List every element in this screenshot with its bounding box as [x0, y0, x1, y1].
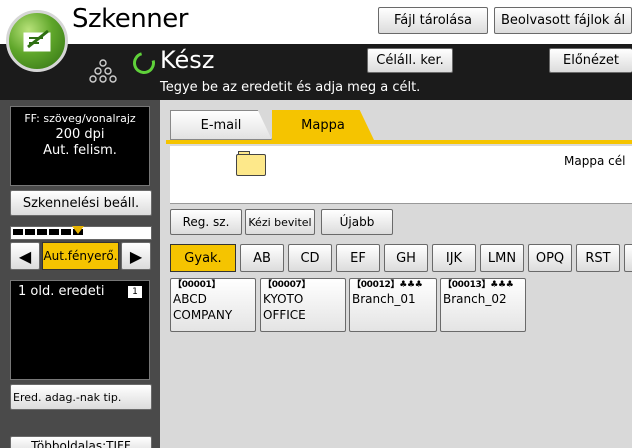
folder-icon	[236, 154, 266, 176]
destination-item[interactable]: 【00012】♣♣♣ Branch_01	[349, 278, 437, 332]
destination-name: Branch_01	[352, 292, 416, 306]
tab-email[interactable]: E-mail	[170, 110, 272, 140]
settings-line-resolution: 200 dpi	[55, 127, 105, 142]
manual-entry-button[interactable]: Kézi bevitel	[245, 209, 315, 235]
scanner-app-icon	[6, 10, 68, 72]
tab-opq[interactable]: OPQ	[528, 244, 572, 272]
density-lighter-button[interactable]: ◀	[10, 242, 40, 270]
registration-number-button[interactable]: Reg. sz.	[170, 209, 242, 235]
destination-name: ABCD COMPANY	[173, 292, 233, 322]
single-sided-icon: 1	[128, 286, 142, 298]
tab-folder[interactable]: Mappa	[272, 110, 374, 140]
auto-density-button[interactable]: Aut.fényerő.	[42, 242, 119, 270]
tab-lmn[interactable]: LMN	[480, 244, 524, 272]
destination-item[interactable]: 【00007】 KYOTO OFFICE	[260, 278, 346, 332]
tab-underline	[166, 140, 632, 144]
density-marker-icon	[72, 226, 84, 234]
folder-destination-text: Mappa cél	[564, 154, 626, 168]
original-feed-type-button[interactable]: Ered. adag.-nak tip.	[10, 384, 152, 410]
scan-settings-button[interactable]: Szkennelési beáll.	[10, 190, 152, 216]
destination-name: KYOTO OFFICE	[263, 292, 306, 322]
destination-item[interactable]: 【00013】♣♣♣ Branch_02	[440, 278, 526, 332]
scanned-files-button[interactable]: Beolvasott fájlok ál	[494, 7, 632, 34]
scan-settings-summary: FF: szöveg/vonalrajz 200 dpi Aut. felism…	[10, 106, 150, 186]
destination-number: 【00013】♣♣♣	[443, 280, 514, 290]
tab-frequent[interactable]: Gyak.	[170, 244, 236, 272]
tab-cd[interactable]: CD	[288, 244, 332, 272]
status-message: Tegye be az eredetit és adja meg a célt.	[160, 80, 421, 95]
file-store-button[interactable]: Fájl tárolása	[378, 7, 488, 34]
job-status-dots-icon	[89, 59, 117, 83]
status-state: Kész	[160, 46, 215, 74]
tab-ijk[interactable]: IJK	[432, 244, 476, 272]
settings-line-type: FF: szöveg/vonalrajz	[24, 112, 136, 125]
original-sides-label: 1 old. eredeti	[18, 284, 105, 299]
tab-gh[interactable]: GH	[384, 244, 428, 272]
destination-number: 【00012】♣♣♣	[352, 280, 423, 290]
file-type-button[interactable]: Többoldalas:TIFF	[10, 436, 152, 448]
destination-search-button[interactable]: Céláll. ker.	[367, 48, 453, 73]
preview-button[interactable]: Előnézet	[549, 48, 632, 73]
tab-rst[interactable]: RST	[576, 244, 620, 272]
destination-number: 【00001】	[173, 280, 221, 290]
tab-ab[interactable]: AB	[240, 244, 284, 272]
app-title: Szkenner	[72, 4, 188, 34]
newer-button[interactable]: Újabb	[321, 209, 393, 235]
tab-next[interactable]	[624, 244, 632, 272]
destination-number: 【00007】	[263, 280, 311, 290]
settings-line-size: Aut. felism.	[43, 143, 117, 158]
destination-name: Branch_02	[443, 292, 507, 306]
destination-item[interactable]: 【00001】 ABCD COMPANY	[170, 278, 256, 332]
density-darker-button[interactable]: ▶	[121, 242, 151, 270]
tab-ef[interactable]: EF	[336, 244, 380, 272]
